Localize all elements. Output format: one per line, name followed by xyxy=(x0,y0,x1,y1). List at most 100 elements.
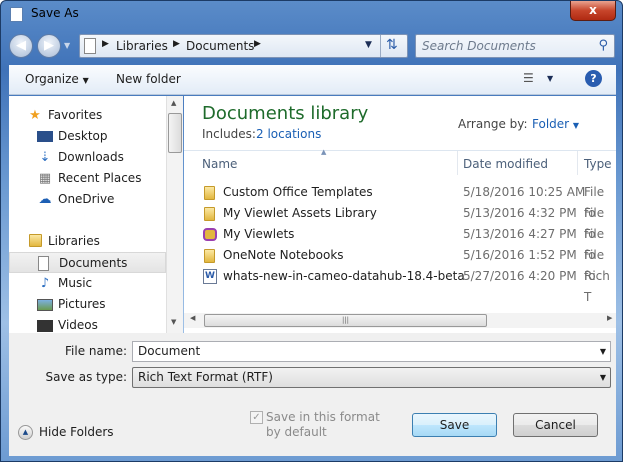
file-name: OneNote Notebooks xyxy=(223,248,344,262)
toolbar: Organize ▼ New folder ☰ ▼ ? xyxy=(9,65,616,95)
save-format-checkbox[interactable]: ✓ xyxy=(250,411,263,424)
column-header-type[interactable]: Type xyxy=(584,157,612,171)
refresh-icon[interactable]: ⇅ xyxy=(386,37,398,53)
breadcrumb-libraries[interactable]: Libraries xyxy=(116,39,168,53)
view-dropdown-icon[interactable]: ▼ xyxy=(547,74,553,83)
organize-button[interactable]: Organize ▼ xyxy=(25,72,89,86)
nav-music[interactable]: ♪ Music xyxy=(9,273,166,294)
file-name: Custom Office Templates xyxy=(223,185,373,199)
documents-icon xyxy=(84,38,96,54)
scroll-thumb[interactable] xyxy=(168,113,182,153)
includes-link[interactable]: 2 locations xyxy=(256,127,321,141)
close-button[interactable]: x xyxy=(570,1,616,21)
file-date: 5/18/2016 10:25 AM xyxy=(463,185,586,199)
file-row[interactable]: Wwhats-new-in-cameo-datahub-18.4-beta 5/2… xyxy=(184,266,616,304)
file-row[interactable]: OneNote Notebooks 5/16/2016 1:52 PM File f… xyxy=(184,245,616,283)
onedrive-icon: ☁ xyxy=(38,192,52,207)
nav-pictures[interactable]: Pictures xyxy=(9,294,166,315)
back-button[interactable]: ◀ xyxy=(9,34,33,58)
hide-folders-icon[interactable]: ▲ xyxy=(18,425,33,440)
divider xyxy=(577,151,578,175)
breadcrumb-documents[interactable]: Documents xyxy=(186,39,254,53)
help-icon[interactable]: ? xyxy=(585,70,602,87)
file-date: 5/13/2016 4:27 PM xyxy=(463,227,577,241)
nav-desktop[interactable]: Desktop xyxy=(9,126,166,147)
breadcrumb-arrow-icon[interactable]: ▶ xyxy=(173,39,180,49)
search-icon[interactable]: ⚲ xyxy=(598,38,608,53)
nav-favorites[interactable]: ★ Favorites xyxy=(9,105,166,126)
folder-icon xyxy=(204,186,215,200)
nav-label: Libraries xyxy=(48,234,100,248)
music-icon: ♪ xyxy=(40,276,50,291)
save-form: File name: Document ▼ Save as type: Rich … xyxy=(9,333,616,456)
scroll-right-icon[interactable]: ▶ xyxy=(607,314,612,322)
file-name: whats-new-in-cameo-datahub-18.4-beta xyxy=(223,269,465,283)
file-row[interactable]: Custom Office Templates 5/18/2016 10:25 A… xyxy=(184,182,616,220)
dropdown-icon[interactable]: ▼ xyxy=(600,342,606,361)
address-bar[interactable]: ▶ Libraries ▶ Documents ▶ ▼ ⇅ xyxy=(79,34,408,58)
arrange-by-dropdown[interactable]: Folder ▼ xyxy=(532,117,579,131)
divider xyxy=(184,150,616,151)
divider xyxy=(380,35,381,57)
save-as-type-select[interactable]: Rich Text Format (RTF) ▼ xyxy=(132,367,611,388)
nav-label: Desktop xyxy=(58,129,108,143)
file-date: 5/27/2016 4:20 PM xyxy=(463,269,577,283)
pictures-icon xyxy=(37,299,53,311)
search-placeholder: Search Documents xyxy=(422,39,536,53)
breadcrumb-arrow-icon[interactable]: ▶ xyxy=(254,39,261,49)
folder-icon xyxy=(204,249,215,263)
file-row[interactable]: My Viewlets 5/13/2016 4:27 PM File fo xyxy=(184,224,616,262)
videos-icon xyxy=(37,320,53,332)
save-as-dialog: Save As x ◀ ▶ ▼ ▶ Libraries ▶ Documents … xyxy=(0,0,623,462)
nav-label: Downloads xyxy=(58,150,124,164)
search-input[interactable]: Search Documents ⚲ xyxy=(415,34,615,58)
folder-icon xyxy=(204,207,215,221)
nav-videos[interactable]: Videos xyxy=(9,315,166,333)
horizontal-scrollbar[interactable]: ◀ ||| ▶ xyxy=(184,313,616,328)
file-name: My Viewlet Assets Library xyxy=(223,206,377,220)
organize-label: Organize xyxy=(25,72,79,86)
libraries-icon xyxy=(27,234,43,249)
new-folder-button[interactable]: New folder xyxy=(116,72,181,86)
address-dropdown-icon[interactable]: ▼ xyxy=(365,40,372,50)
hide-folders-button[interactable]: Hide Folders xyxy=(39,425,114,439)
app-icon xyxy=(10,7,23,22)
file-name: My Viewlets xyxy=(223,227,295,241)
recent-places-icon: ▦ xyxy=(38,171,52,186)
scroll-up-icon[interactable]: ▲ xyxy=(171,99,176,107)
file-name-input[interactable]: Document ▼ xyxy=(132,341,611,362)
breadcrumb-arrow-icon[interactable]: ▶ xyxy=(102,39,109,49)
downloads-icon: ⇣ xyxy=(39,150,51,165)
scroll-left-icon[interactable]: ◀ xyxy=(190,314,195,322)
column-header-date[interactable]: Date modified xyxy=(463,157,548,171)
file-pane: Documents library Includes: 2 locations … xyxy=(184,96,616,333)
nav-scrollbar[interactable]: ▲ ▼ xyxy=(166,96,183,333)
window-title: Save As xyxy=(31,6,79,20)
nav-label: Favorites xyxy=(48,108,103,122)
file-type: Rich T xyxy=(584,269,610,304)
nav-libraries[interactable]: Libraries xyxy=(9,231,166,252)
word-document-icon: W xyxy=(203,269,217,284)
scroll-thumb[interactable]: ||| xyxy=(204,314,487,327)
save-format-label: Save in this format by default xyxy=(266,410,380,439)
save-button[interactable]: Save xyxy=(412,413,497,437)
nav-label: OneDrive xyxy=(58,192,115,206)
nav-label: Videos xyxy=(58,318,98,332)
sort-ascending-icon: ▲ xyxy=(321,148,327,156)
file-row[interactable]: My Viewlet Assets Library 5/13/2016 4:32 … xyxy=(184,203,616,241)
nav-recent-places[interactable]: ▦ Recent Places xyxy=(9,168,166,189)
scroll-down-icon[interactable]: ▼ xyxy=(171,318,176,326)
documents-icon xyxy=(38,256,49,271)
forward-button[interactable]: ▶ xyxy=(37,34,61,58)
save-as-type-value: Rich Text Format (RTF) xyxy=(138,370,273,384)
arrange-value: Folder xyxy=(532,117,570,131)
nav-documents[interactable]: Documents xyxy=(9,252,166,273)
cancel-button[interactable]: Cancel xyxy=(513,413,598,437)
dropdown-icon[interactable]: ▼ xyxy=(600,368,606,387)
nav-downloads[interactable]: ⇣ Downloads xyxy=(9,147,166,168)
nav-onedrive[interactable]: ☁ OneDrive xyxy=(9,189,166,210)
recent-pages-icon[interactable]: ▼ xyxy=(64,41,70,50)
nav-label: Documents xyxy=(59,256,128,270)
column-header-name[interactable]: Name xyxy=(202,157,237,171)
view-options-icon[interactable]: ☰ xyxy=(523,71,534,85)
